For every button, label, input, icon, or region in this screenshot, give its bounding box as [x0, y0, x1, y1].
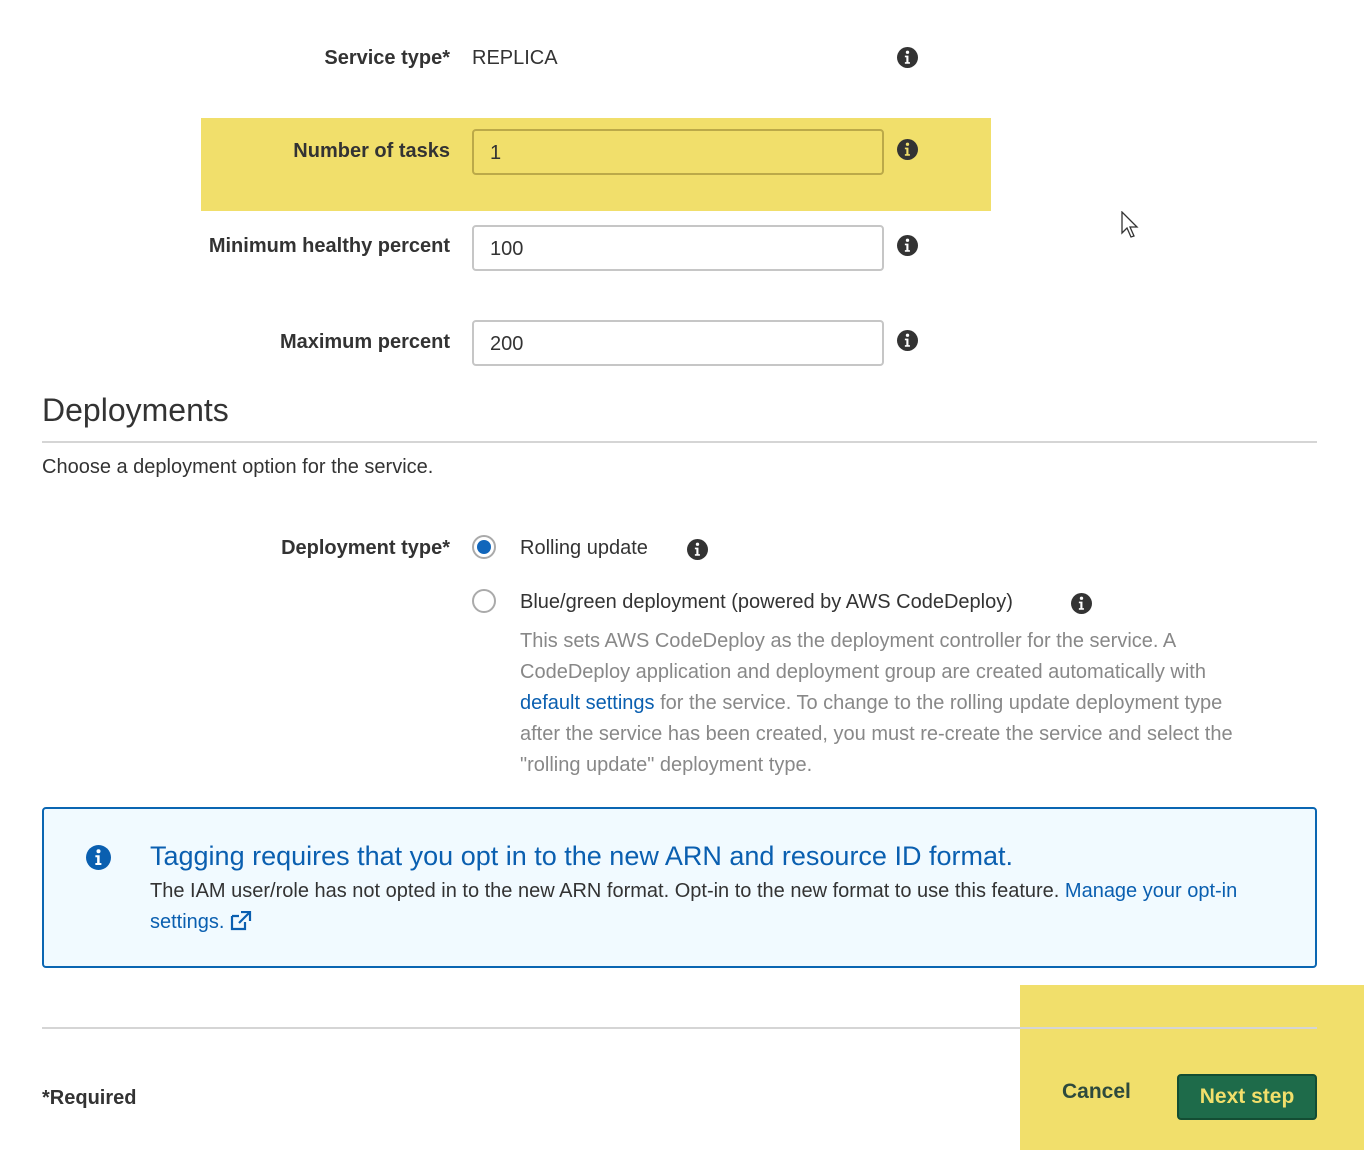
- footer-divider: [42, 1027, 1317, 1029]
- info-icon[interactable]: [897, 139, 918, 160]
- radio-rolling-update[interactable]: [472, 535, 496, 559]
- deployment-type-label: Deployment type*: [281, 537, 450, 559]
- highlight-footer-buttons: [1020, 985, 1364, 1150]
- number-of-tasks-label: Number of tasks: [293, 140, 450, 162]
- max-percent-input[interactable]: [472, 320, 884, 366]
- alert-body-text: The IAM user/role has not opted in to th…: [150, 880, 1065, 902]
- info-icon[interactable]: [897, 330, 918, 351]
- number-of-tasks-input[interactable]: [472, 129, 884, 175]
- blue-green-description: This sets AWS CodeDeploy as the deployme…: [520, 626, 1240, 781]
- deployments-description: Choose a deployment option for the servi…: [42, 456, 434, 478]
- min-healthy-percent-input[interactable]: [472, 225, 884, 271]
- next-step-button[interactable]: Next step: [1177, 1074, 1317, 1120]
- deployments-heading: Deployments: [42, 392, 229, 428]
- max-percent-label: Maximum percent: [279, 331, 450, 353]
- service-type-label: Service type*: [324, 47, 450, 69]
- info-icon[interactable]: [897, 235, 918, 256]
- info-icon: [86, 845, 111, 870]
- desc-text-1: This sets AWS CodeDeploy as the deployme…: [520, 630, 1206, 683]
- section-divider: [42, 441, 1317, 443]
- min-healthy-percent-label: Minimum healthy percent: [208, 235, 450, 257]
- alert-title: Tagging requires that you opt in to the …: [150, 841, 1013, 871]
- radio-blue-green[interactable]: [472, 589, 496, 613]
- cancel-button[interactable]: Cancel: [1062, 1080, 1131, 1104]
- required-note: *Required: [42, 1087, 137, 1109]
- cursor-arrow-icon: [1121, 211, 1139, 238]
- info-icon[interactable]: [1071, 593, 1092, 614]
- blue-green-label[interactable]: Blue/green deployment (powered by AWS Co…: [520, 591, 1013, 614]
- info-icon[interactable]: [897, 47, 918, 68]
- default-settings-link[interactable]: default settings: [520, 692, 655, 714]
- tagging-alert: Tagging requires that you opt in to the …: [42, 807, 1317, 968]
- service-type-value: REPLICA: [472, 47, 558, 69]
- info-icon[interactable]: [687, 539, 708, 560]
- rolling-update-label[interactable]: Rolling update: [520, 537, 648, 560]
- external-link-icon[interactable]: [230, 910, 252, 931]
- alert-body: The IAM user/role has not opted in to th…: [150, 876, 1290, 938]
